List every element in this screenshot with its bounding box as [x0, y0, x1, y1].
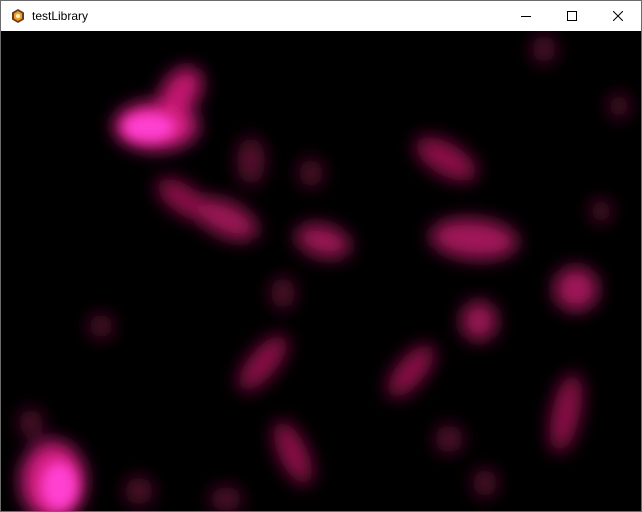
blob — [435, 425, 463, 453]
blob — [271, 277, 295, 309]
blob — [299, 159, 323, 187]
close-button[interactable] — [595, 1, 641, 31]
blob — [210, 487, 242, 511]
app-hexagon-icon — [10, 8, 26, 24]
app-window: testLibrary — [0, 0, 642, 512]
blob — [609, 94, 629, 118]
close-icon — [613, 11, 623, 21]
blob — [532, 35, 556, 63]
blob-core — [41, 462, 77, 510]
window-controls — [503, 1, 641, 31]
metaball-scene — [1, 31, 641, 511]
maximize-button[interactable] — [549, 1, 595, 31]
blob-core — [123, 113, 175, 141]
window-title: testLibrary — [32, 9, 89, 23]
render-canvas[interactable] — [1, 31, 641, 511]
blob — [19, 409, 43, 437]
minimize-button[interactable] — [503, 1, 549, 31]
maximize-icon — [567, 11, 577, 21]
blob — [237, 137, 265, 185]
blob — [473, 469, 497, 497]
blob — [89, 314, 113, 338]
minimize-icon — [521, 16, 531, 17]
blob — [461, 301, 497, 341]
blob — [591, 199, 611, 223]
blob — [125, 477, 153, 505]
title-bar[interactable]: testLibrary — [1, 1, 641, 31]
